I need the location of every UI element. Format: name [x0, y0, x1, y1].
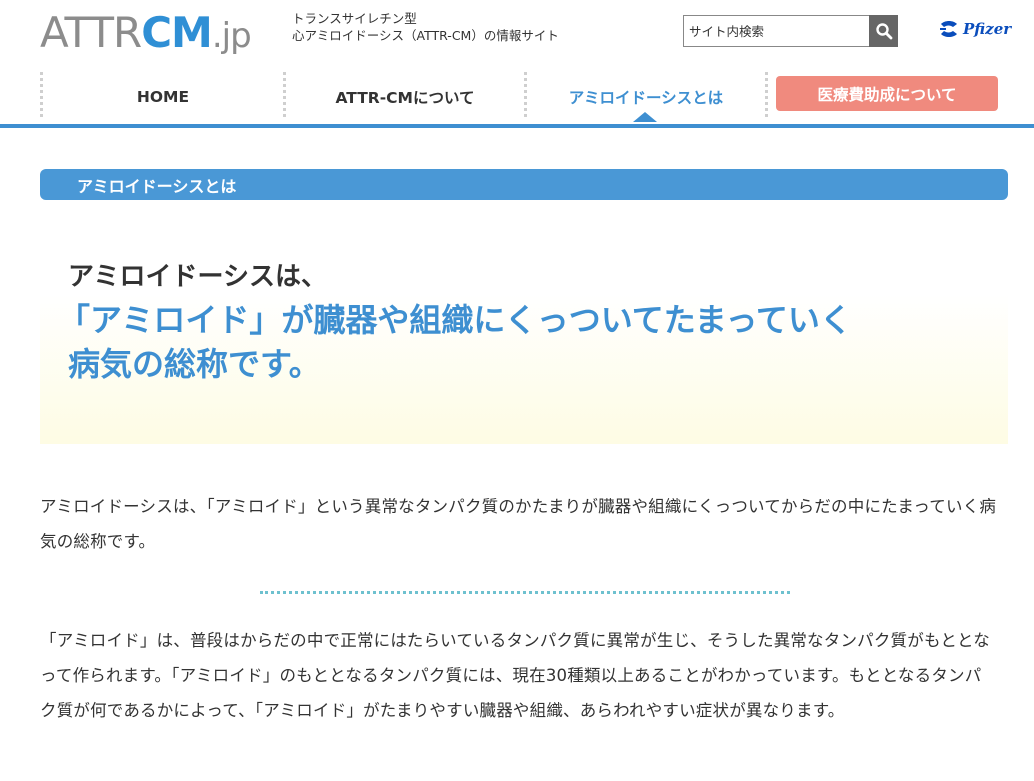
detail-paragraph: 「アミロイド」は、普段はからだの中で正常にはたらいているタンパク質に異常が生じ、…: [40, 631, 990, 720]
logo-part-jp: .jp: [211, 16, 252, 56]
search-input[interactable]: [683, 15, 869, 47]
hero-banner: アミロイドーシスは、 「アミロイド」が臓器や組織にくっついてたまっていく 病気の…: [40, 240, 1008, 444]
active-tab-indicator: [633, 112, 657, 122]
site-search: [683, 15, 898, 47]
search-icon: [875, 23, 892, 40]
hero-headline-line2: 病気の総称です。: [68, 345, 321, 383]
intro-paragraph: アミロイドーシスは、「アミロイド」という異常なタンパク質のかたまりが臓器や組織に…: [40, 497, 997, 551]
nav-item-medical-subsidy[interactable]: 医療費助成について: [776, 76, 998, 111]
site-logo[interactable]: ATTR CM .jp: [40, 8, 252, 57]
nav-item-home[interactable]: HOME: [43, 70, 283, 124]
pfizer-mark-icon: [940, 21, 957, 37]
tagline-line2: 心アミロイドーシス（ATTR-CM）の情報サイト: [292, 28, 559, 43]
hero-headline-line1: 「アミロイド」が臓器や組織にくっついてたまっていく: [58, 301, 852, 339]
hero-lead: アミロイドーシスは、: [68, 262, 327, 292]
tagline-line1: トランスサイレチン型: [292, 11, 417, 26]
dotted-divider: [260, 591, 790, 594]
logo-part-attr: ATTR: [40, 8, 142, 57]
site-header: ATTR CM .jp トランスサイレチン型 心アミロイドーシス（ATTR-CM…: [0, 0, 1034, 70]
pfizer-wordmark: Pfizer: [963, 20, 1012, 38]
pfizer-logo[interactable]: Pfizer: [938, 19, 1011, 39]
site-tagline: トランスサイレチン型 心アミロイドーシス（ATTR-CM）の情報サイト: [292, 10, 559, 44]
logo-part-cm: CM: [141, 8, 213, 57]
search-button[interactable]: [869, 15, 898, 47]
nav-divider: [765, 72, 768, 117]
hero-headline: 「アミロイド」が臓器や組織にくっついてたまっていく 病気の総称です。: [58, 298, 968, 386]
main-nav: HOME ATTR-CMについて アミロイドーシスとは 医療費助成について: [0, 70, 1034, 128]
nav-item-about-attr-cm[interactable]: ATTR-CMについて: [286, 70, 524, 124]
section-heading: アミロイドーシスとは: [40, 169, 1008, 200]
